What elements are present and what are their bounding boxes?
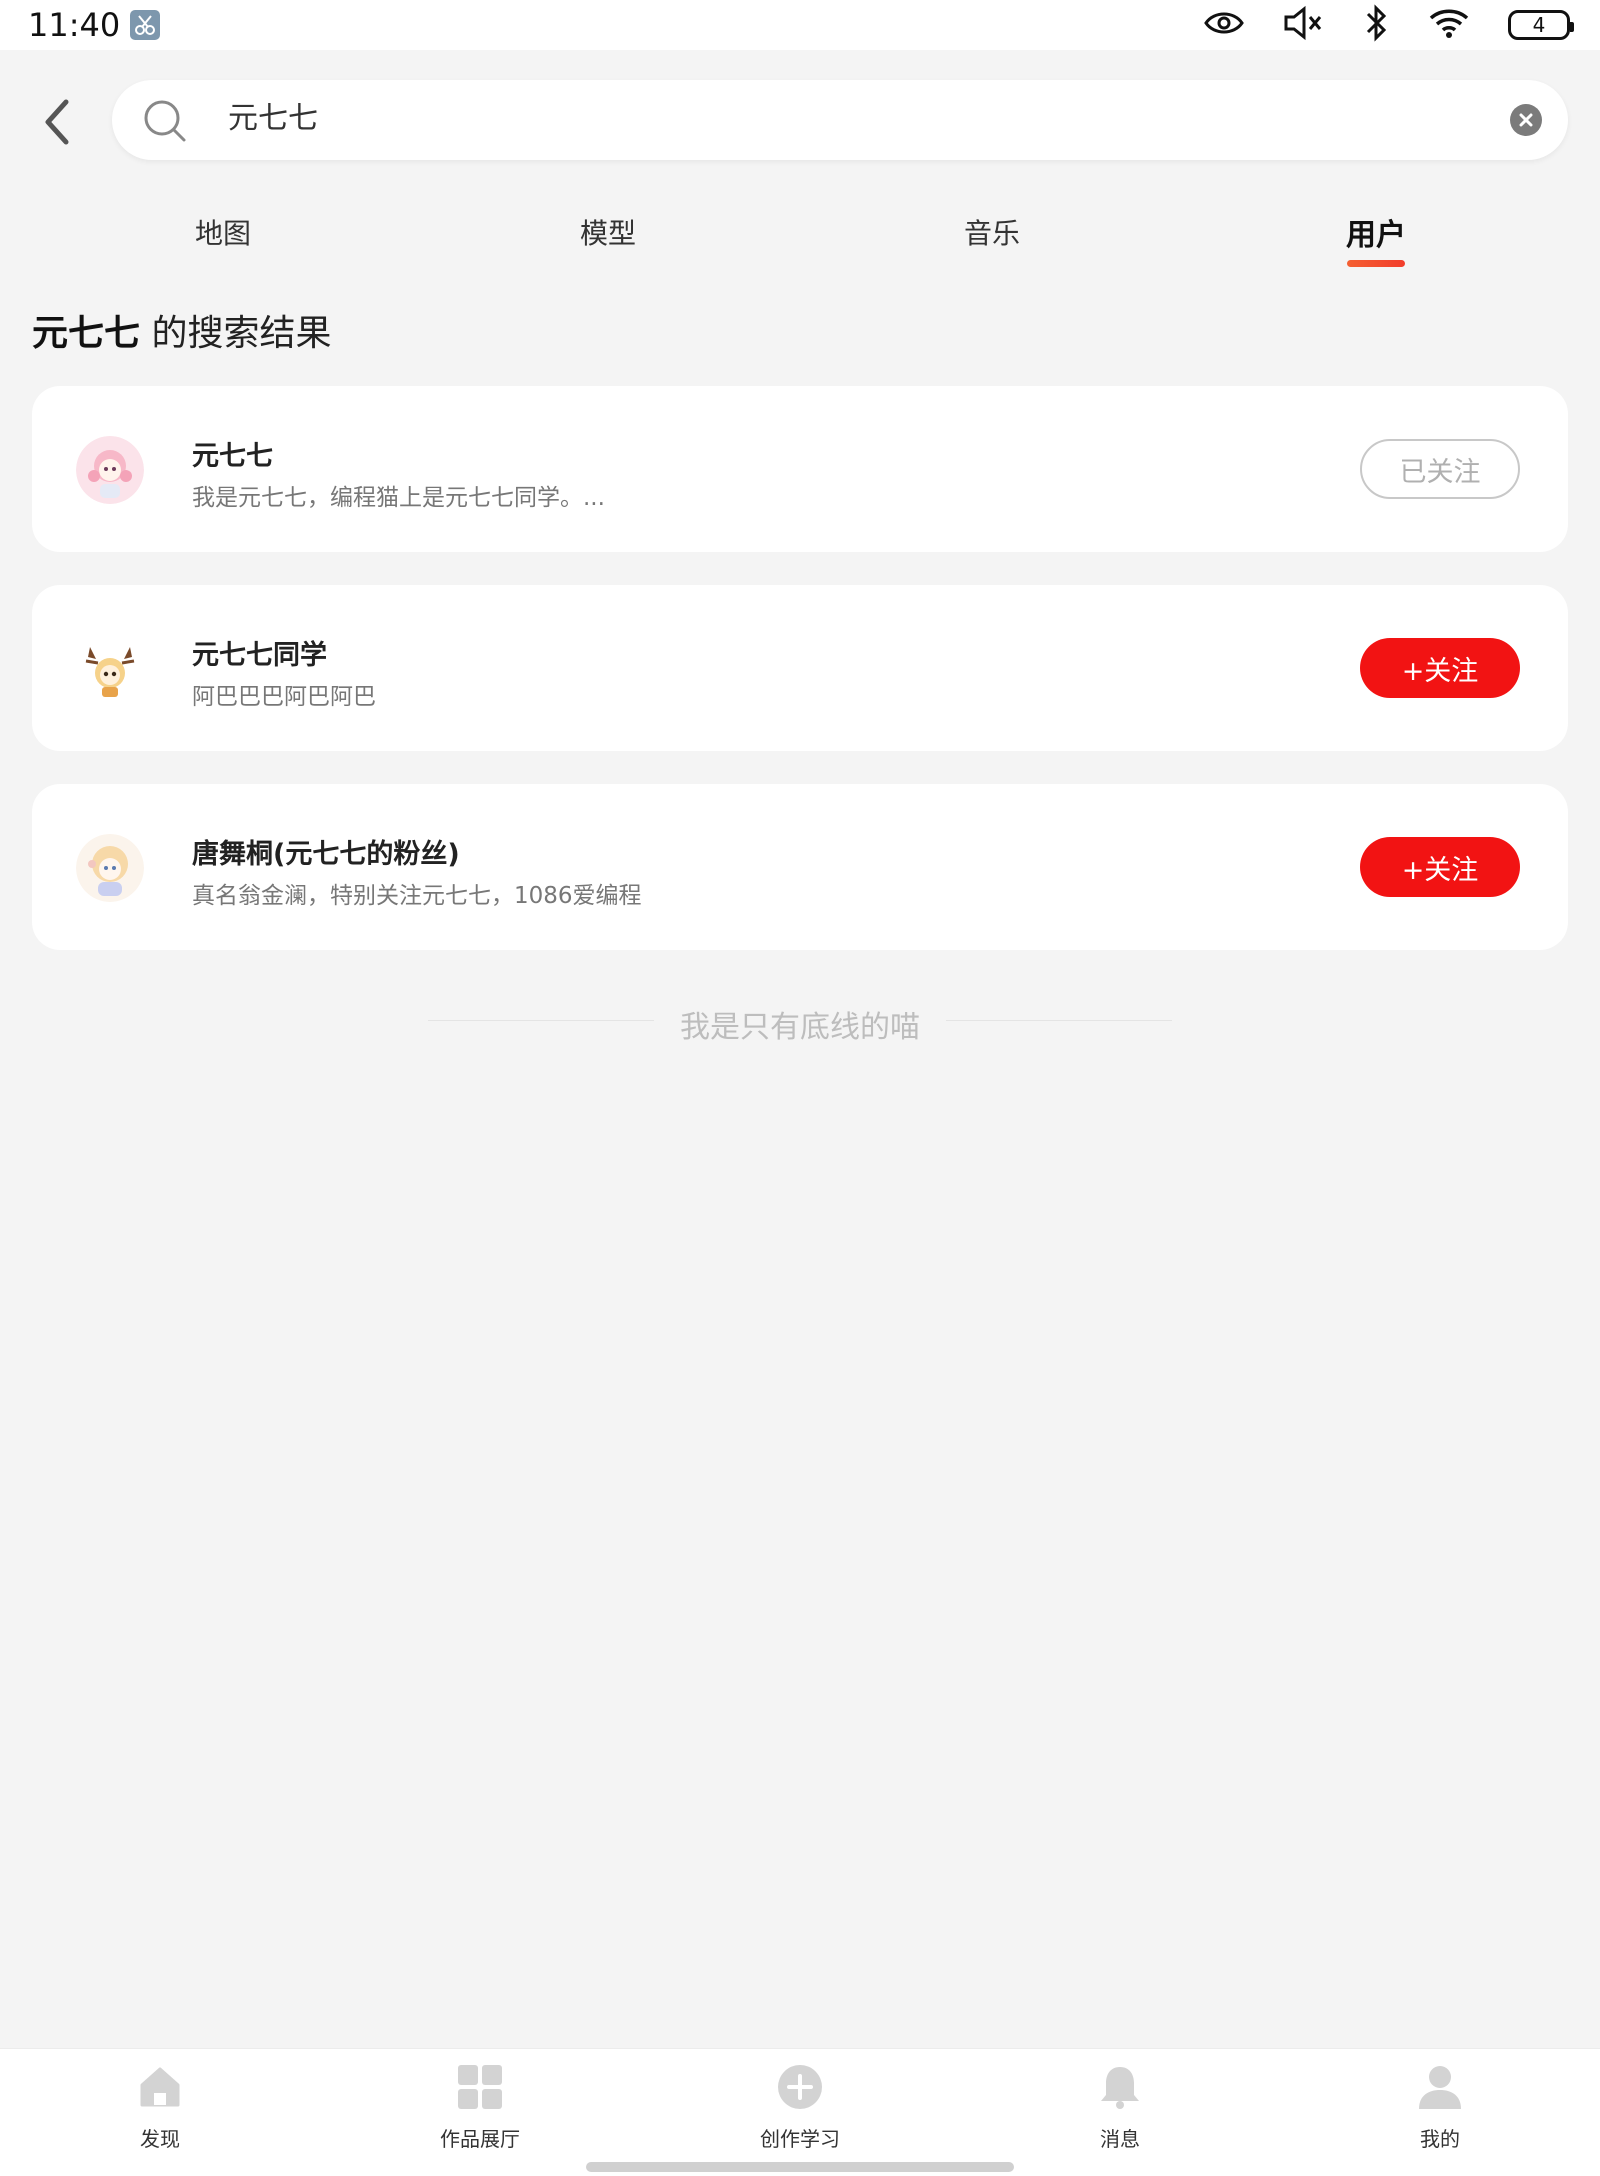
person-icon: [1419, 2066, 1461, 2109]
battery-icon: 4: [1508, 10, 1574, 40]
wifi-icon: [1428, 7, 1470, 43]
user-card[interactable]: 元七七同学 阿巴巴巴阿巴阿巴 +关注: [32, 585, 1568, 751]
user-card[interactable]: 元七七 我是元七七，编程猫上是元七七同学。... 已关注: [32, 386, 1568, 552]
search-query[interactable]: 元七七: [228, 99, 318, 139]
nav-mine[interactable]: 我的: [1380, 2063, 1500, 2152]
followed-button[interactable]: 已关注: [1360, 439, 1520, 499]
follow-button[interactable]: +关注: [1360, 638, 1520, 698]
avatar[interactable]: [76, 436, 144, 504]
results-heading: 元七七 的搜索结果: [32, 304, 331, 356]
user-card[interactable]: 唐舞桐(元七七的粉丝) 真名翁金澜，特别关注元七七，1086爱编程 +关注: [32, 784, 1568, 950]
user-name[interactable]: 唐舞桐(元七七的粉丝): [192, 832, 460, 871]
end-of-list: 我是只有底线的喵: [428, 1000, 1172, 1045]
battery-level: 4: [1532, 13, 1546, 37]
nav-label: 我的: [1420, 2127, 1460, 2151]
search-icon: [144, 100, 186, 142]
end-of-list-text: 我是只有底线的喵: [680, 1010, 920, 1045]
home-indicator[interactable]: [586, 2162, 1014, 2172]
nav-label: 发现: [140, 2127, 180, 2151]
tab-music[interactable]: 音乐: [964, 212, 1020, 252]
status-icons: 4: [1204, 4, 1574, 46]
user-name[interactable]: 元七七同学: [192, 633, 327, 672]
close-icon: [1519, 113, 1533, 127]
nav-label: 作品展厅: [440, 2127, 520, 2151]
chevron-left-icon: [45, 99, 69, 145]
user-name[interactable]: 元七七: [192, 434, 273, 473]
results-keyword: 元七七: [32, 313, 141, 354]
bluetooth-icon: [1364, 4, 1390, 46]
tab-map[interactable]: 地图: [195, 212, 251, 252]
active-tab-indicator: [1347, 260, 1405, 267]
scissors-app-icon: [130, 10, 160, 40]
nav-messages[interactable]: 消息: [1060, 2063, 1180, 2152]
tab-users[interactable]: 用户: [1346, 210, 1406, 254]
nav-label: 消息: [1100, 2127, 1140, 2151]
nav-gallery[interactable]: 作品展厅: [420, 2063, 540, 2152]
avatar[interactable]: [76, 635, 144, 703]
status-time: 11:40: [28, 6, 121, 44]
back-button[interactable]: [36, 96, 80, 148]
category-tabs: 地图 模型 音乐 用户: [0, 200, 1600, 270]
user-description: 我是元七七，编程猫上是元七七同学。...: [192, 485, 605, 511]
mute-icon: [1282, 5, 1326, 45]
nav-discover[interactable]: 发现: [100, 2063, 220, 2152]
user-description: 真名翁金澜，特别关注元七七，1086爱编程: [192, 883, 642, 909]
status-bar: 11:40 4: [0, 0, 1600, 50]
clear-search-button[interactable]: [1510, 104, 1542, 136]
eye-icon: [1204, 9, 1244, 41]
plus-circle-icon: [778, 2065, 822, 2109]
search-input[interactable]: 元七七: [112, 80, 1568, 160]
follow-button[interactable]: +关注: [1360, 837, 1520, 897]
bell-icon: [1101, 2067, 1139, 2109]
nav-label: 创作学习: [760, 2127, 840, 2151]
home-icon: [140, 2067, 180, 2107]
nav-create-learn[interactable]: 创作学习: [740, 2063, 860, 2152]
tab-model[interactable]: 模型: [580, 212, 636, 252]
bottom-nav: 发现 作品展厅 创作学习 消息 我的: [0, 2048, 1600, 2176]
grid-icon: [458, 2065, 502, 2109]
results-heading-suffix: 的搜索结果: [140, 313, 332, 354]
user-description: 阿巴巴巴阿巴阿巴: [192, 684, 376, 710]
avatar[interactable]: [76, 834, 144, 902]
